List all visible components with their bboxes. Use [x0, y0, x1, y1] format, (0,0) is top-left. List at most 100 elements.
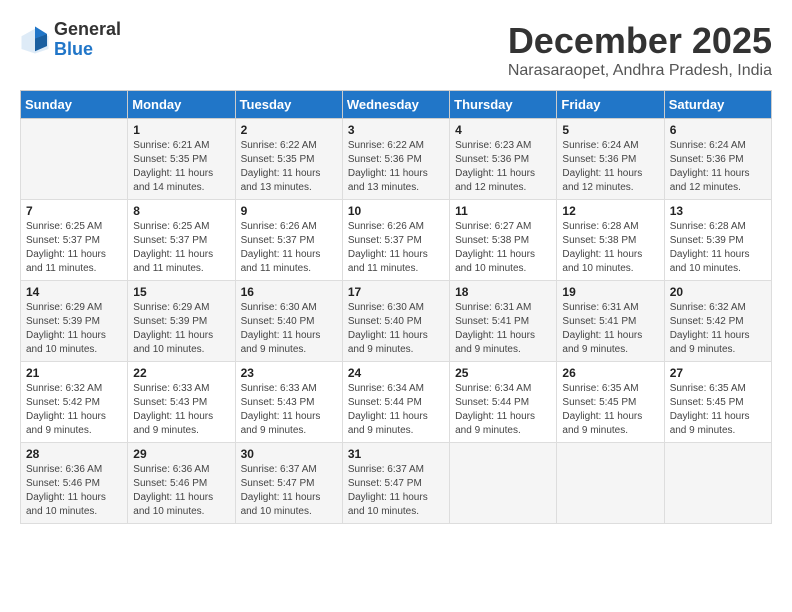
day-info: Sunrise: 6:25 AMSunset: 5:37 PMDaylight:…: [26, 220, 122, 276]
day-info: Sunrise: 6:28 AMSunset: 5:39 PMDaylight:…: [670, 220, 766, 276]
calendar-cell: 3Sunrise: 6:22 AMSunset: 5:36 PMDaylight…: [342, 119, 449, 200]
day-info: Sunrise: 6:25 AMSunset: 5:37 PMDaylight:…: [133, 220, 229, 276]
logo-text: General Blue: [54, 20, 121, 60]
calendar-week-2: 7 Sunrise: 6:25 AMSunset: 5:37 PMDaylight…: [21, 200, 772, 281]
day-number: 6: [670, 123, 766, 137]
day-info: Sunrise: 6:30 AMSunset: 5:40 PMDaylight:…: [348, 301, 444, 357]
day-info: Sunrise: 6:33 AMSunset: 5:43 PMDaylight:…: [133, 382, 229, 438]
weekday-header-tuesday: Tuesday: [235, 91, 342, 119]
day-info: Sunrise: 6:24 AMSunset: 5:36 PMDaylight:…: [670, 139, 766, 195]
day-info: Sunrise: 6:22 AMSunset: 5:35 PMDaylight:…: [241, 139, 337, 195]
day-number: 15: [133, 285, 229, 299]
day-number: 21: [26, 366, 122, 380]
calendar-cell: 19Sunrise: 6:31 AMSunset: 5:41 PMDayligh…: [557, 281, 664, 362]
day-number: 1: [133, 123, 229, 137]
day-info: Sunrise: 6:31 AMSunset: 5:41 PMDaylight:…: [562, 301, 658, 357]
calendar-cell: 16Sunrise: 6:30 AMSunset: 5:40 PMDayligh…: [235, 281, 342, 362]
day-number: 31: [348, 447, 444, 461]
weekday-header-sunday: Sunday: [21, 91, 128, 119]
logo-general-text: General: [54, 20, 121, 40]
calendar-cell: 31 Sunrise: 6:37 AMSunset: 5:47 PMDayligh…: [342, 443, 449, 524]
day-number: 9: [241, 204, 337, 218]
calendar-week-4: 21 Sunrise: 6:32 AMSunset: 5:42 PMDayligh…: [21, 362, 772, 443]
day-number: 13: [670, 204, 766, 218]
day-info: Sunrise: 6:23 AMSunset: 5:36 PMDaylight:…: [455, 139, 551, 195]
day-info: Sunrise: 6:24 AMSunset: 5:36 PMDaylight:…: [562, 139, 658, 195]
calendar-cell: [664, 443, 771, 524]
day-info: Sunrise: 6:32 AMSunset: 5:42 PMDaylight:…: [670, 301, 766, 357]
day-number: 23: [241, 366, 337, 380]
calendar-cell: 9 Sunrise: 6:26 AMSunset: 5:37 PMDaylight…: [235, 200, 342, 281]
calendar-cell: 7 Sunrise: 6:25 AMSunset: 5:37 PMDaylight…: [21, 200, 128, 281]
calendar-cell: 25 Sunrise: 6:34 AMSunset: 5:44 PMDayligh…: [450, 362, 557, 443]
day-info: Sunrise: 6:36 AMSunset: 5:46 PMDaylight:…: [133, 463, 229, 519]
calendar-cell: 26Sunrise: 6:35 AMSunset: 5:45 PMDayligh…: [557, 362, 664, 443]
calendar-cell: 22Sunrise: 6:33 AMSunset: 5:43 PMDayligh…: [128, 362, 235, 443]
day-number: 25: [455, 366, 551, 380]
day-number: 24: [348, 366, 444, 380]
calendar-cell: 17 Sunrise: 6:30 AMSunset: 5:40 PMDayligh…: [342, 281, 449, 362]
weekday-header-row: SundayMondayTuesdayWednesdayThursdayFrid…: [21, 91, 772, 119]
day-info: Sunrise: 6:36 AMSunset: 5:46 PMDaylight:…: [26, 463, 122, 519]
calendar-cell: 29 Sunrise: 6:36 AMSunset: 5:46 PMDayligh…: [128, 443, 235, 524]
weekday-header-saturday: Saturday: [664, 91, 771, 119]
calendar-cell: 20 Sunrise: 6:32 AMSunset: 5:42 PMDayligh…: [664, 281, 771, 362]
day-info: Sunrise: 6:37 AMSunset: 5:47 PMDaylight:…: [241, 463, 337, 519]
day-number: 8: [133, 204, 229, 218]
calendar-cell: 21 Sunrise: 6:32 AMSunset: 5:42 PMDayligh…: [21, 362, 128, 443]
title-section: December 2025 Narasaraopet, Andhra Prade…: [508, 20, 772, 80]
day-info: Sunrise: 6:32 AMSunset: 5:42 PMDaylight:…: [26, 382, 122, 438]
day-info: Sunrise: 6:33 AMSunset: 5:43 PMDaylight:…: [241, 382, 337, 438]
weekday-header-wednesday: Wednesday: [342, 91, 449, 119]
day-number: 26: [562, 366, 658, 380]
calendar-table: SundayMondayTuesdayWednesdayThursdayFrid…: [20, 90, 772, 524]
day-number: 29: [133, 447, 229, 461]
day-info: Sunrise: 6:37 AMSunset: 5:47 PMDaylight:…: [348, 463, 444, 519]
day-number: 30: [241, 447, 337, 461]
calendar-cell: [21, 119, 128, 200]
weekday-header-monday: Monday: [128, 91, 235, 119]
day-number: 18: [455, 285, 551, 299]
logo-icon: [20, 25, 50, 55]
calendar-cell: 23 Sunrise: 6:33 AMSunset: 5:43 PMDayligh…: [235, 362, 342, 443]
calendar-cell: 30 Sunrise: 6:37 AMSunset: 5:47 PMDayligh…: [235, 443, 342, 524]
calendar-cell: 15 Sunrise: 6:29 AMSunset: 5:39 PMDayligh…: [128, 281, 235, 362]
calendar-cell: 2 Sunrise: 6:22 AMSunset: 5:35 PMDaylight…: [235, 119, 342, 200]
day-number: 10: [348, 204, 444, 218]
day-info: Sunrise: 6:29 AMSunset: 5:39 PMDaylight:…: [133, 301, 229, 357]
header: General Blue December 2025 Narasaraopet,…: [20, 20, 772, 80]
calendar-body: 1 Sunrise: 6:21 AMSunset: 5:35 PMDaylight…: [21, 119, 772, 524]
calendar-cell: [450, 443, 557, 524]
location-title: Narasaraopet, Andhra Pradesh, India: [508, 62, 772, 80]
calendar-cell: 4Sunrise: 6:23 AMSunset: 5:36 PMDaylight…: [450, 119, 557, 200]
calendar-cell: 6 Sunrise: 6:24 AMSunset: 5:36 PMDaylight…: [664, 119, 771, 200]
day-info: Sunrise: 6:22 AMSunset: 5:36 PMDaylight:…: [348, 139, 444, 195]
day-number: 14: [26, 285, 122, 299]
calendar-cell: 5 Sunrise: 6:24 AMSunset: 5:36 PMDaylight…: [557, 119, 664, 200]
day-info: Sunrise: 6:34 AMSunset: 5:44 PMDaylight:…: [455, 382, 551, 438]
calendar-week-5: 28 Sunrise: 6:36 AMSunset: 5:46 PMDayligh…: [21, 443, 772, 524]
calendar-cell: 18Sunrise: 6:31 AMSunset: 5:41 PMDayligh…: [450, 281, 557, 362]
day-number: 17: [348, 285, 444, 299]
day-number: 20: [670, 285, 766, 299]
calendar-cell: 27Sunrise: 6:35 AMSunset: 5:45 PMDayligh…: [664, 362, 771, 443]
calendar-cell: 12Sunrise: 6:28 AMSunset: 5:38 PMDayligh…: [557, 200, 664, 281]
logo: General Blue: [20, 20, 121, 60]
calendar-cell: 13 Sunrise: 6:28 AMSunset: 5:39 PMDayligh…: [664, 200, 771, 281]
day-number: 2: [241, 123, 337, 137]
day-info: Sunrise: 6:30 AMSunset: 5:40 PMDaylight:…: [241, 301, 337, 357]
calendar-week-3: 14 Sunrise: 6:29 AMSunset: 5:39 PMDayligh…: [21, 281, 772, 362]
day-number: 5: [562, 123, 658, 137]
day-number: 7: [26, 204, 122, 218]
day-info: Sunrise: 6:26 AMSunset: 5:37 PMDaylight:…: [241, 220, 337, 276]
calendar-cell: [557, 443, 664, 524]
day-number: 27: [670, 366, 766, 380]
calendar-cell: 10 Sunrise: 6:26 AMSunset: 5:37 PMDayligh…: [342, 200, 449, 281]
day-info: Sunrise: 6:34 AMSunset: 5:44 PMDaylight:…: [348, 382, 444, 438]
calendar-cell: 28 Sunrise: 6:36 AMSunset: 5:46 PMDayligh…: [21, 443, 128, 524]
day-info: Sunrise: 6:21 AMSunset: 5:35 PMDaylight:…: [133, 139, 229, 195]
month-title: December 2025: [508, 20, 772, 62]
weekday-header-friday: Friday: [557, 91, 664, 119]
day-info: Sunrise: 6:26 AMSunset: 5:37 PMDaylight:…: [348, 220, 444, 276]
day-number: 28: [26, 447, 122, 461]
